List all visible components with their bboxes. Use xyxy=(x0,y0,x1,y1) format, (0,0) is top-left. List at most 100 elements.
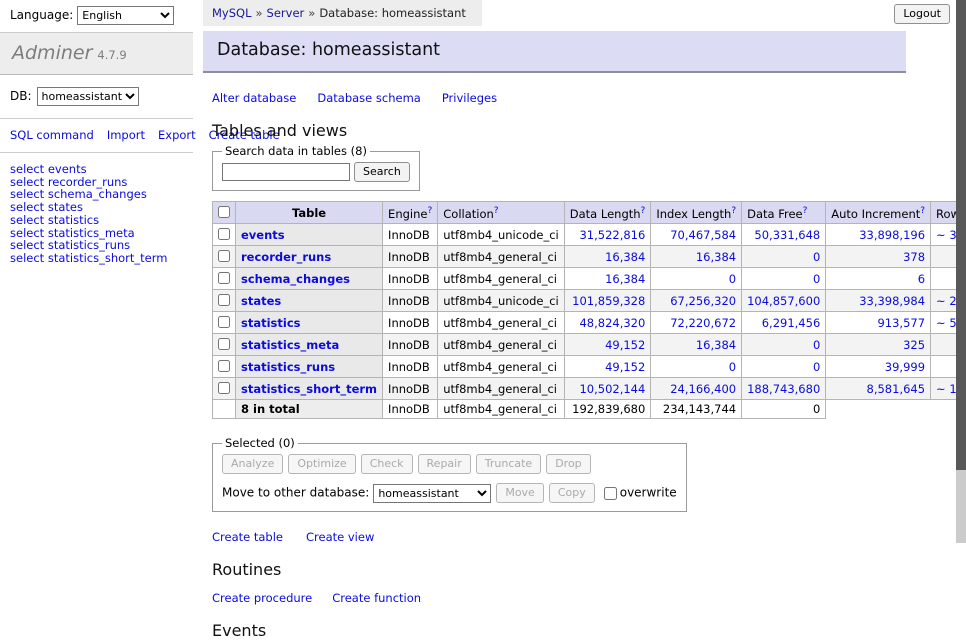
drop-button[interactable]: Drop xyxy=(546,454,590,474)
index-length-cell-link[interactable]: 72,220,672 xyxy=(670,316,736,330)
auto-increment-cell-link[interactable]: 913,577 xyxy=(877,316,925,330)
data-free-cell-link[interactable]: 0 xyxy=(813,250,820,264)
table-link-events[interactable]: events xyxy=(241,228,285,242)
create-link-create-view[interactable]: Create view xyxy=(306,530,374,544)
data-free-cell-link[interactable]: 6,291,456 xyxy=(762,316,821,330)
data-length-cell-link[interactable]: 48,824,320 xyxy=(579,316,645,330)
index-length-cell: 16,384 xyxy=(651,334,742,356)
table-total-row: 8 in totalInnoDButf8mb4_general_ci192,83… xyxy=(213,400,966,419)
db-link-privileges[interactable]: Privileges xyxy=(442,91,497,105)
logout-button[interactable]: Logout xyxy=(894,4,950,24)
index-length-cell-link[interactable]: 24,166,400 xyxy=(670,382,736,396)
row-checkbox[interactable] xyxy=(218,382,230,394)
table-link-statistics-runs[interactable]: statistics_runs xyxy=(241,360,335,374)
select-all-checkbox[interactable] xyxy=(218,206,230,218)
sidebar-select-select-statistics[interactable]: select statistics xyxy=(10,214,183,227)
analyze-button[interactable]: Analyze xyxy=(222,454,283,474)
data-free-cell-link[interactable]: 188,743,680 xyxy=(747,382,820,396)
auto-increment-cell-link[interactable]: 325 xyxy=(903,338,925,352)
row-checkbox[interactable] xyxy=(218,360,230,372)
row-checkbox[interactable] xyxy=(218,316,230,328)
auto-increment-cell-link[interactable]: 33,898,196 xyxy=(859,228,925,242)
index-length-cell-link[interactable]: 0 xyxy=(729,360,736,374)
sidebar-action-export[interactable]: Export xyxy=(158,128,196,142)
breadcrumb-server-link[interactable]: Server xyxy=(267,6,305,20)
index-length-cell-link[interactable]: 16,384 xyxy=(696,250,736,264)
overwrite-checkbox[interactable] xyxy=(604,487,617,500)
data-length-cell-link[interactable]: 49,152 xyxy=(605,360,645,374)
data-length-cell-link[interactable]: 31,522,816 xyxy=(579,228,645,242)
move-db-select[interactable]: homeassistant xyxy=(373,484,491,503)
sidebar-select-select-states[interactable]: select states xyxy=(10,201,183,214)
column-header-auto-increment: Auto Increment? xyxy=(826,202,931,224)
data-length-cell-link[interactable]: 16,384 xyxy=(605,272,645,286)
help-icon[interactable]: ? xyxy=(641,206,646,216)
collation-cell: utf8mb4_unicode_ci xyxy=(438,224,565,246)
help-icon[interactable]: ? xyxy=(803,206,808,216)
data-free-cell-link[interactable]: 0 xyxy=(813,360,820,374)
table-link-statistics-meta[interactable]: statistics_meta xyxy=(241,338,339,352)
sidebar-select-select-statistics-short-term[interactable]: select statistics_short_term xyxy=(10,252,183,265)
table-link-recorder-runs[interactable]: recorder_runs xyxy=(241,250,331,264)
index-length-cell-link[interactable]: 0 xyxy=(729,272,736,286)
db-link-database-schema[interactable]: Database schema xyxy=(317,91,420,105)
breadcrumb-mysql-link[interactable]: MySQL xyxy=(212,6,252,20)
db-link-alter-database[interactable]: Alter database xyxy=(212,91,296,105)
help-icon[interactable]: ? xyxy=(920,206,925,216)
row-checkbox[interactable] xyxy=(218,294,230,306)
search-button[interactable]: Search xyxy=(354,162,410,182)
total-filler-cell xyxy=(826,400,966,419)
repair-button[interactable]: Repair xyxy=(418,454,471,474)
column-header-data-free: Data Free? xyxy=(742,202,826,224)
auto-increment-cell-link[interactable]: 33,398,984 xyxy=(859,294,925,308)
routine-link-create-function[interactable]: Create function xyxy=(332,591,421,605)
table-row: statistics_runsInnoDButf8mb4_general_ci4… xyxy=(213,356,966,378)
data-free-cell-link[interactable]: 0 xyxy=(813,272,820,286)
move-button[interactable]: Move xyxy=(496,483,544,503)
data-free-cell-link[interactable]: 50,331,648 xyxy=(754,228,820,242)
create-link-create-table[interactable]: Create table xyxy=(212,530,283,544)
data-length-cell-link[interactable]: 16,384 xyxy=(605,250,645,264)
data-free-cell-link[interactable]: 104,857,600 xyxy=(747,294,820,308)
db-select[interactable]: homeassistant xyxy=(37,87,139,106)
help-icon[interactable]: ? xyxy=(494,206,499,216)
index-length-cell-link[interactable]: 16,384 xyxy=(696,338,736,352)
scrollbar-thumb[interactable] xyxy=(956,0,966,470)
row-checkbox[interactable] xyxy=(218,338,230,350)
truncate-button[interactable]: Truncate xyxy=(476,454,541,474)
auto-increment-cell-link[interactable]: 6 xyxy=(918,272,925,286)
data-length-cell-link[interactable]: 10,502,144 xyxy=(579,382,645,396)
collation-cell: utf8mb4_general_ci xyxy=(438,356,565,378)
vertical-scrollbar[interactable] xyxy=(956,0,966,543)
row-checkbox[interactable] xyxy=(218,250,230,262)
collation-cell: utf8mb4_general_ci xyxy=(438,312,565,334)
index-length-cell-link[interactable]: 70,467,584 xyxy=(670,228,736,242)
auto-increment-cell-link[interactable]: 39,999 xyxy=(885,360,925,374)
adminer-version: 4.7.9 xyxy=(97,48,126,62)
index-length-cell-link[interactable]: 67,256,320 xyxy=(670,294,736,308)
data-length-cell-link[interactable]: 49,152 xyxy=(605,338,645,352)
data-length-cell-link[interactable]: 101,859,328 xyxy=(572,294,645,308)
copy-button[interactable]: Copy xyxy=(549,483,595,503)
routine-link-create-procedure[interactable]: Create procedure xyxy=(212,591,312,605)
data-free-cell-link[interactable]: 0 xyxy=(813,338,820,352)
table-link-states[interactable]: states xyxy=(241,294,281,308)
check-button[interactable]: Check xyxy=(361,454,413,474)
sidebar-action-import[interactable]: Import xyxy=(107,128,145,142)
sidebar-action-sql-command[interactable]: SQL command xyxy=(10,128,94,142)
help-icon[interactable]: ? xyxy=(427,206,432,216)
auto-increment-cell-link[interactable]: 378 xyxy=(903,250,925,264)
optimize-button[interactable]: Optimize xyxy=(288,454,355,474)
table-link-schema-changes[interactable]: schema_changes xyxy=(241,272,350,286)
table-link-statistics[interactable]: statistics xyxy=(241,316,301,330)
table-link-statistics-short-term[interactable]: statistics_short_term xyxy=(241,382,377,396)
data-length-cell: 16,384 xyxy=(564,268,651,290)
row-checkbox[interactable] xyxy=(218,272,230,284)
auto-increment-cell-link[interactable]: 8,581,645 xyxy=(867,382,926,396)
sidebar-select-select-events[interactable]: select events xyxy=(10,163,183,176)
row-checkbox[interactable] xyxy=(218,228,230,240)
language-select[interactable]: English xyxy=(77,6,174,25)
search-input[interactable] xyxy=(222,163,350,181)
help-icon[interactable]: ? xyxy=(731,206,736,216)
table-name-cell: events xyxy=(236,224,383,246)
